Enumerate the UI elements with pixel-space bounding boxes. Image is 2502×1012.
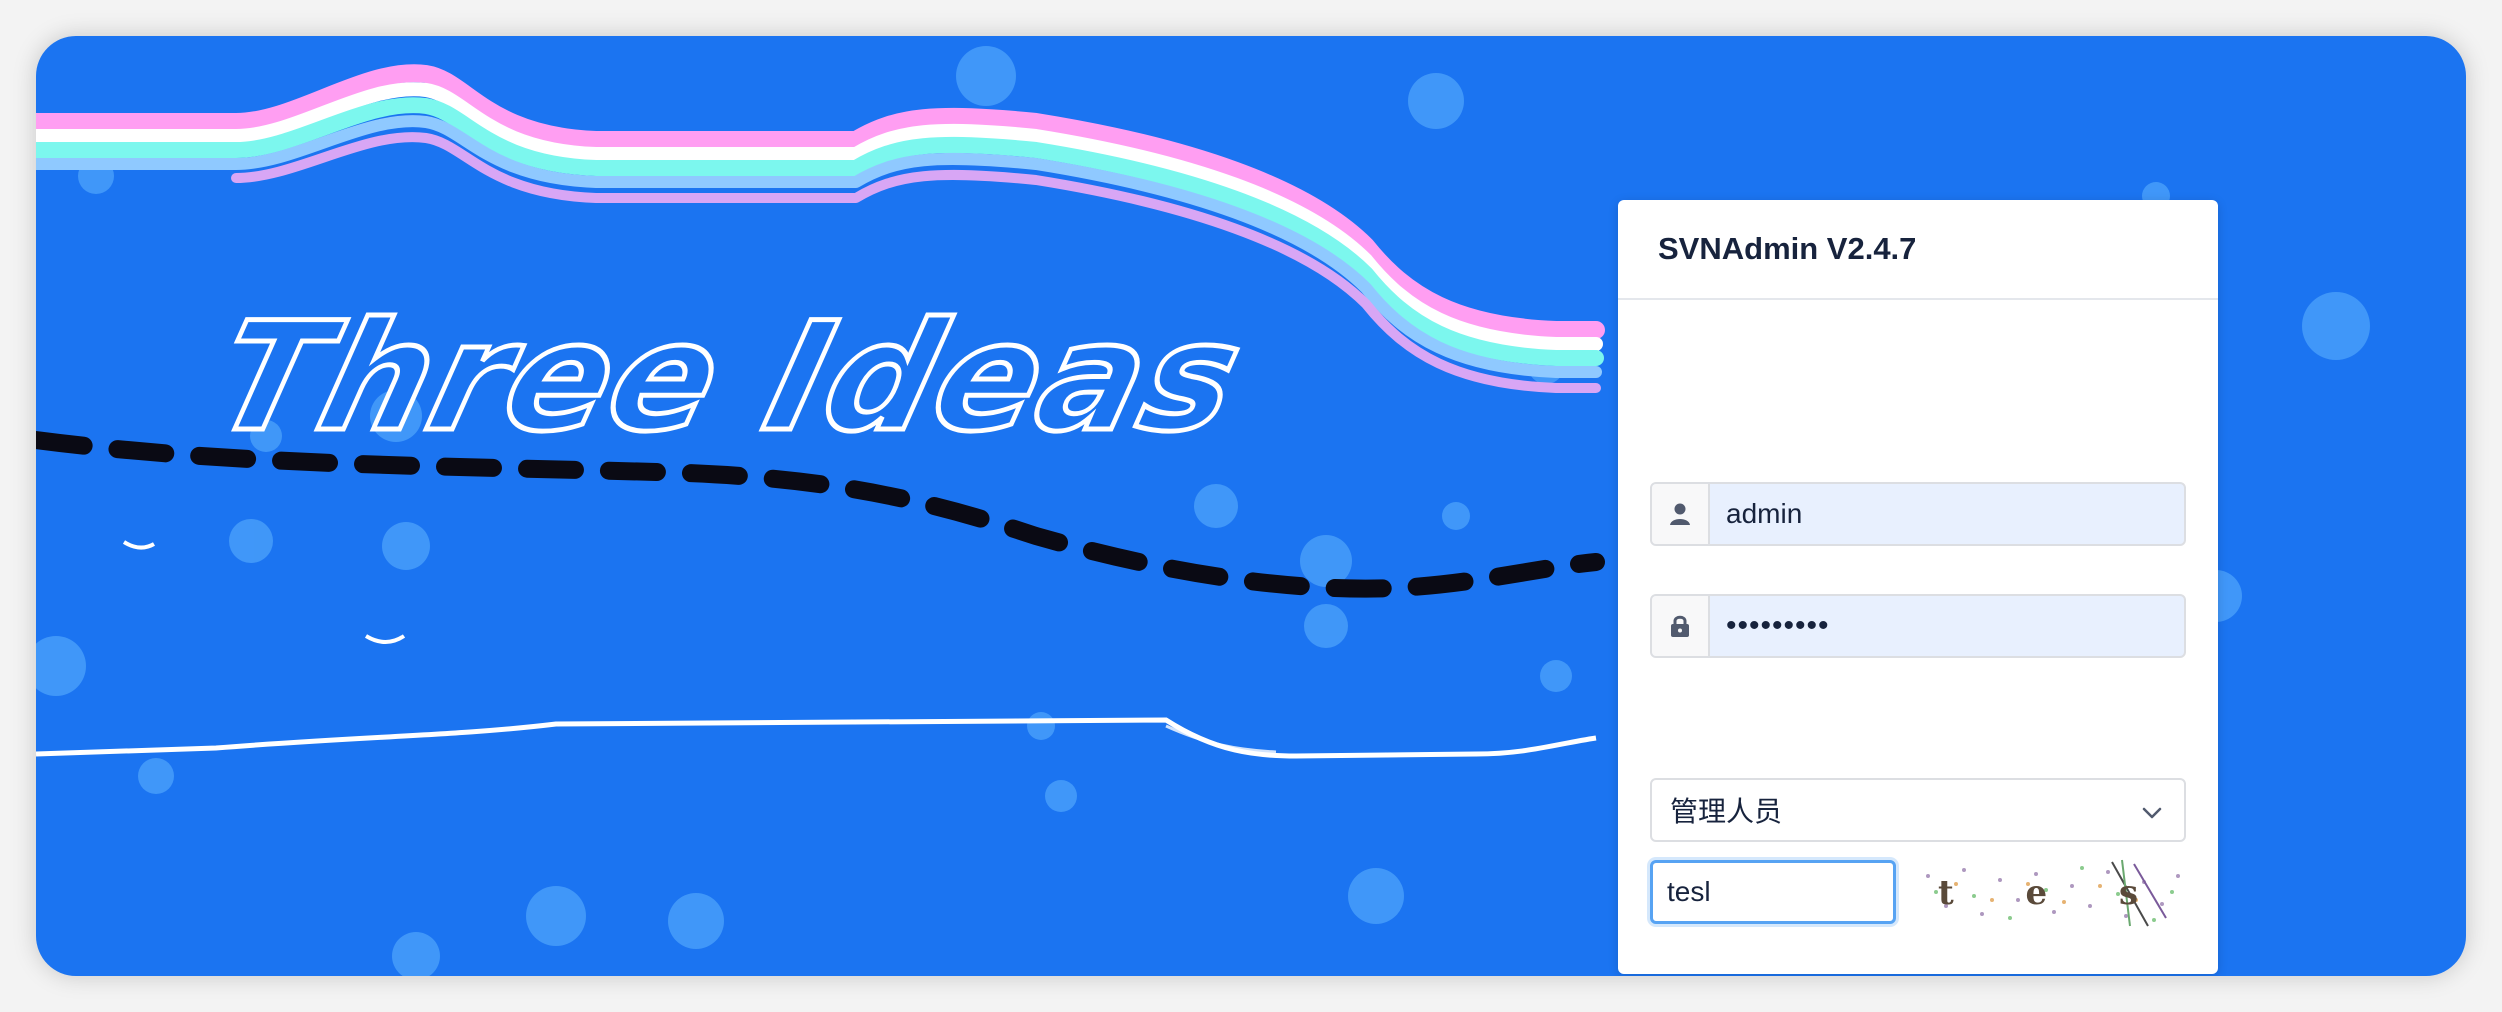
lock-icon	[1652, 596, 1710, 656]
username-field[interactable]: admin	[1650, 482, 2186, 546]
login-page: Three Ideas SVNAdmin V2.4.7 admin ••••••…	[36, 36, 2466, 976]
captcha-input-value: tesl	[1667, 876, 1711, 907]
role-select[interactable]: 管理人员	[1650, 778, 2186, 842]
brand-logo-text: Three Ideas	[197, 289, 1262, 468]
captcha-text: t e s l	[1938, 873, 2186, 913]
panel-title: SVNAdmin V2.4.7	[1618, 200, 2218, 300]
login-panel: SVNAdmin V2.4.7 admin ••••••••• 管理人员 tes…	[1618, 200, 2218, 974]
captcha-input[interactable]: tesl	[1650, 860, 1896, 924]
captcha-image[interactable]: t e s l	[1916, 856, 2186, 928]
password-value: •••••••••	[1726, 609, 1830, 642]
user-icon	[1652, 484, 1710, 544]
svg-text:t e s l: t e s l	[1938, 873, 2186, 913]
username-value: admin	[1726, 498, 1803, 529]
password-field[interactable]: •••••••••	[1650, 594, 2186, 658]
role-selected-value: 管理人员	[1670, 796, 1783, 827]
chevron-down-icon	[2142, 794, 2162, 826]
